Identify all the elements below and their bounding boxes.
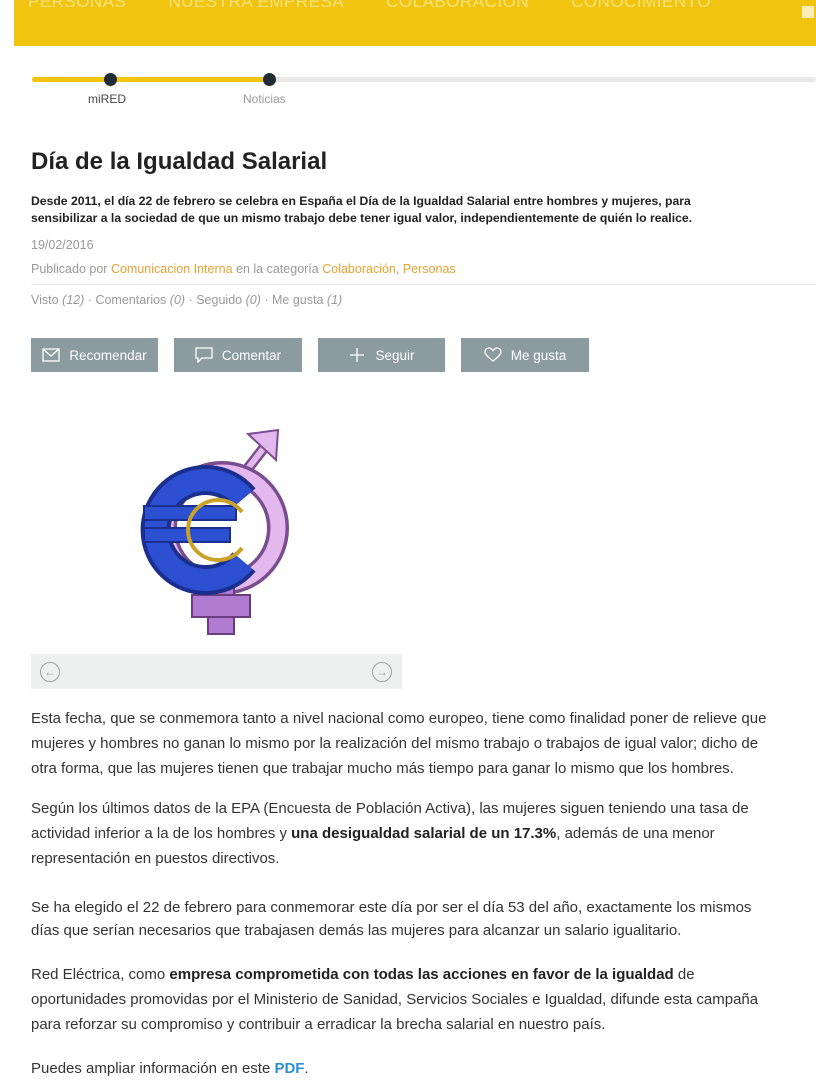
category-separator: , <box>395 262 400 276</box>
action-buttons: Recomendar Comentar Seguir Me gusta <box>31 338 589 372</box>
paragraph-line: actividad inferior a la de los hombres y… <box>31 823 816 845</box>
search-icon[interactable] <box>802 6 814 18</box>
followed-label: Seguido <box>196 293 243 307</box>
like-button[interactable]: Me gusta <box>461 338 589 372</box>
comment-label: Comentar <box>221 347 282 363</box>
paragraph-line: otra forma, que las mujeres tienen que t… <box>31 760 734 777</box>
paragraph-text: de <box>673 966 695 983</box>
stats-separator: · <box>188 293 193 307</box>
nav-item-personas[interactable]: PERSONAS <box>28 0 126 12</box>
paragraph-text: actividad inferior a la de los hombres y <box>31 825 292 842</box>
plus-icon <box>350 348 365 362</box>
likes-label: Me gusta <box>272 293 324 307</box>
article-stats: Visto (12) · Comentarios (0) · Seguido (… <box>31 293 342 307</box>
envelope-icon <box>42 348 60 362</box>
publish-date: 19/02/2016 <box>31 238 94 252</box>
recommend-label: Recomendar <box>69 347 147 363</box>
arrow-left-circle-icon[interactable]: ← <box>40 662 60 682</box>
paragraph-line: mujeres y hombres no ganan lo mismo por … <box>31 735 759 752</box>
category-label: en la categoría <box>236 262 319 276</box>
highlight-text: empresa comprometida con todas las accio… <box>169 966 674 983</box>
comments-label: Comentarios <box>95 293 167 307</box>
equality-euro-illustration <box>140 428 289 635</box>
pdf-link[interactable]: PDF <box>274 1060 304 1077</box>
paragraph-text: Red Eléctrica, como <box>31 966 170 983</box>
views-label: Visto <box>31 293 59 307</box>
published-by-label: Publicado por <box>31 262 108 276</box>
breadcrumb-dot-noticias[interactable] <box>263 73 276 86</box>
arrow-right-circle-icon[interactable]: → <box>372 662 392 682</box>
lead-line: sensibilizar a la sociedad de que un mis… <box>31 211 693 225</box>
article-lead: Desde 2011, el día 22 de febrero se cele… <box>31 193 801 227</box>
like-label: Me gusta <box>510 347 567 363</box>
paragraph-line: representación en puestos directivos. <box>31 850 280 867</box>
stats-separator: · <box>264 293 269 307</box>
stats-separator: · <box>87 293 92 307</box>
followed-count: (0) <box>245 293 261 307</box>
paragraph-text: . <box>304 1060 309 1077</box>
nav-item-empresa[interactable]: NUESTRA EMPRESA <box>168 0 344 12</box>
author-link[interactable]: Comunicacion Interna <box>111 262 233 276</box>
publish-info: Publicado por Comunicacion Interna en la… <box>31 262 456 276</box>
paragraph-line: Según los últimos datos de la EPA (Encue… <box>31 800 749 817</box>
nav-item-colaboracion[interactable]: COLABORACIÓN <box>386 0 529 12</box>
page-title: Día de la Igualdad Salarial <box>31 148 328 175</box>
highlight-text: una desigualdad salarial de un 17.3% <box>291 825 557 842</box>
paragraph-line: oportunidades promovidas por el Minister… <box>31 991 759 1008</box>
views-count: (12) <box>62 293 85 307</box>
paragraph-text: , además de una menor <box>556 825 715 842</box>
comment-button[interactable]: Comentar <box>174 338 302 372</box>
paragraph-line: para reforzar su compromiso y contribuir… <box>31 1016 606 1033</box>
paragraph-line: Puedes ampliar información en este PDF. <box>31 1058 816 1080</box>
category-link-personas[interactable]: Personas <box>403 262 456 276</box>
recommend-button[interactable]: Recomendar <box>31 338 158 372</box>
paragraph-text: Puedes ampliar información en este <box>31 1060 275 1077</box>
comments-count: (0) <box>169 293 186 307</box>
breadcrumb: miRED Noticias <box>32 70 816 110</box>
divider <box>31 284 816 285</box>
paragraph-line: días que serían necesarios que trabajase… <box>31 922 682 939</box>
image-slider-controls: ← → <box>31 654 402 689</box>
lead-line: Desde 2011, el día 22 de febrero se cele… <box>31 194 691 208</box>
breadcrumb-noticias[interactable]: Noticias <box>243 92 286 106</box>
follow-button[interactable]: Seguir <box>318 338 445 372</box>
breadcrumb-dot-mired[interactable] <box>104 73 117 86</box>
paragraph-line: Red Eléctrica, como empresa comprometida… <box>31 964 816 986</box>
paragraph-line: Se ha elegido el 22 de febrero para conm… <box>31 899 752 916</box>
breadcrumb-progress <box>32 77 270 82</box>
follow-label: Seguir <box>375 347 415 363</box>
paragraph-line: Esta fecha, que se conmemora tanto a niv… <box>31 710 767 727</box>
nav-item-conocimiento[interactable]: CONOCIMIENTO <box>571 0 711 12</box>
likes-count: (1) <box>326 293 343 307</box>
breadcrumb-mired[interactable]: miRED <box>88 92 126 106</box>
heart-icon <box>484 347 502 362</box>
main-nav: PERSONAS NUESTRA EMPRESA COLABORACIÓN CO… <box>28 0 711 12</box>
category-link-colaboracion[interactable]: Colaboración <box>322 262 396 276</box>
speech-bubble-icon <box>195 347 213 363</box>
top-nav-bar: PERSONAS NUESTRA EMPRESA COLABORACIÓN CO… <box>14 0 816 46</box>
